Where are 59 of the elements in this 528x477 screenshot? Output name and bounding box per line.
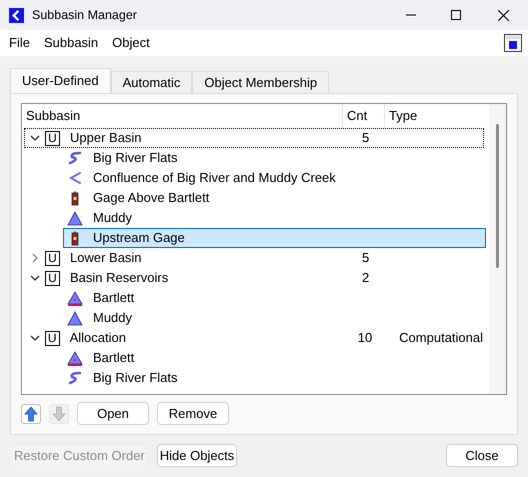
- window-title: Subbasin Manager: [32, 6, 137, 24]
- wave-icon: [67, 150, 83, 166]
- tree-item[interactable]: Gage Above Bartlett: [63, 188, 486, 208]
- action-button[interactable]: Remove: [157, 402, 229, 425]
- down-arrow-icon: [52, 406, 66, 422]
- action-button[interactable]: Open: [77, 402, 149, 425]
- tree-item[interactable]: Big River Flats: [63, 368, 486, 388]
- count-cell-text: 2: [362, 269, 370, 288]
- type-cell-text: Computational: [399, 329, 483, 348]
- chevron-down-icon[interactable]: [30, 273, 40, 283]
- column-header[interactable]: Cnt: [343, 104, 385, 128]
- tree-item[interactable]: Confluence of Big River and Muddy Creek: [63, 168, 486, 188]
- subbasin-name: Basin Reservoirs: [70, 269, 170, 288]
- maximize-icon: [450, 10, 460, 20]
- column-header[interactable]: Type: [385, 104, 418, 128]
- zigzag-icon: [67, 170, 83, 186]
- tree-item[interactable]: Upstream Gage: [63, 228, 486, 248]
- triangle-icon: [67, 310, 83, 326]
- count-cell-text: 10: [358, 329, 374, 348]
- triangle-icon: [67, 290, 83, 306]
- subbasin-badge: U: [45, 130, 60, 146]
- subbasin-name: Allocation: [70, 329, 127, 348]
- tab[interactable]: User-Defined: [10, 68, 111, 93]
- scrollbar[interactable]: [489, 104, 506, 394]
- wave-icon: [67, 370, 83, 386]
- tree-row[interactable]: U Allocation 10 Computational: [24, 328, 484, 348]
- count-cell-text: 5: [362, 129, 370, 148]
- tree-item[interactable]: Muddy: [63, 308, 486, 328]
- up-arrow-icon: [24, 406, 38, 422]
- app-logo-icon: [9, 8, 24, 22]
- chevron-down-icon[interactable]: [30, 133, 40, 143]
- close-button[interactable]: Close: [446, 444, 518, 467]
- subbasin-badge: U: [44, 330, 60, 346]
- tab[interactable]: Automatic: [110, 71, 192, 93]
- tree-item[interactable]: Big River Flats: [63, 148, 486, 168]
- subbasin-badge: U: [45, 250, 60, 266]
- subbasin-badge: U: [45, 270, 60, 286]
- tree-row[interactable]: U Basin Reservoirs 2: [24, 268, 484, 288]
- menu-item[interactable]: Subbasin: [36, 32, 106, 54]
- triangle-icon: [67, 210, 83, 226]
- tree-item[interactable]: Muddy: [63, 208, 486, 228]
- tab[interactable]: Object Membership: [192, 71, 330, 93]
- move-up-button[interactable]: [21, 404, 41, 424]
- menu-item[interactable]: File: [2, 32, 37, 54]
- menu-item[interactable]: Object: [105, 32, 157, 54]
- chevron-down-icon[interactable]: [30, 333, 40, 343]
- window-icon[interactable]: [504, 34, 522, 52]
- triangle-icon: [67, 350, 83, 366]
- subbasin-name: Lower Basin: [70, 249, 143, 268]
- close-icon: [498, 10, 508, 20]
- footer-button[interactable]: Hide Objects: [156, 444, 238, 467]
- count-cell-text: 5: [362, 249, 370, 268]
- tree-row[interactable]: U Lower Basin 5: [24, 248, 484, 268]
- chevron-right-icon[interactable]: [30, 253, 40, 263]
- tree-item[interactable]: Bartlett: [63, 288, 486, 308]
- tree-row[interactable]: U Upper Basin 5: [24, 128, 484, 148]
- tree-item[interactable]: Bartlett: [63, 348, 486, 368]
- subbasin-name: Upper Basin: [70, 129, 143, 148]
- column-header[interactable]: Subbasin: [22, 104, 343, 128]
